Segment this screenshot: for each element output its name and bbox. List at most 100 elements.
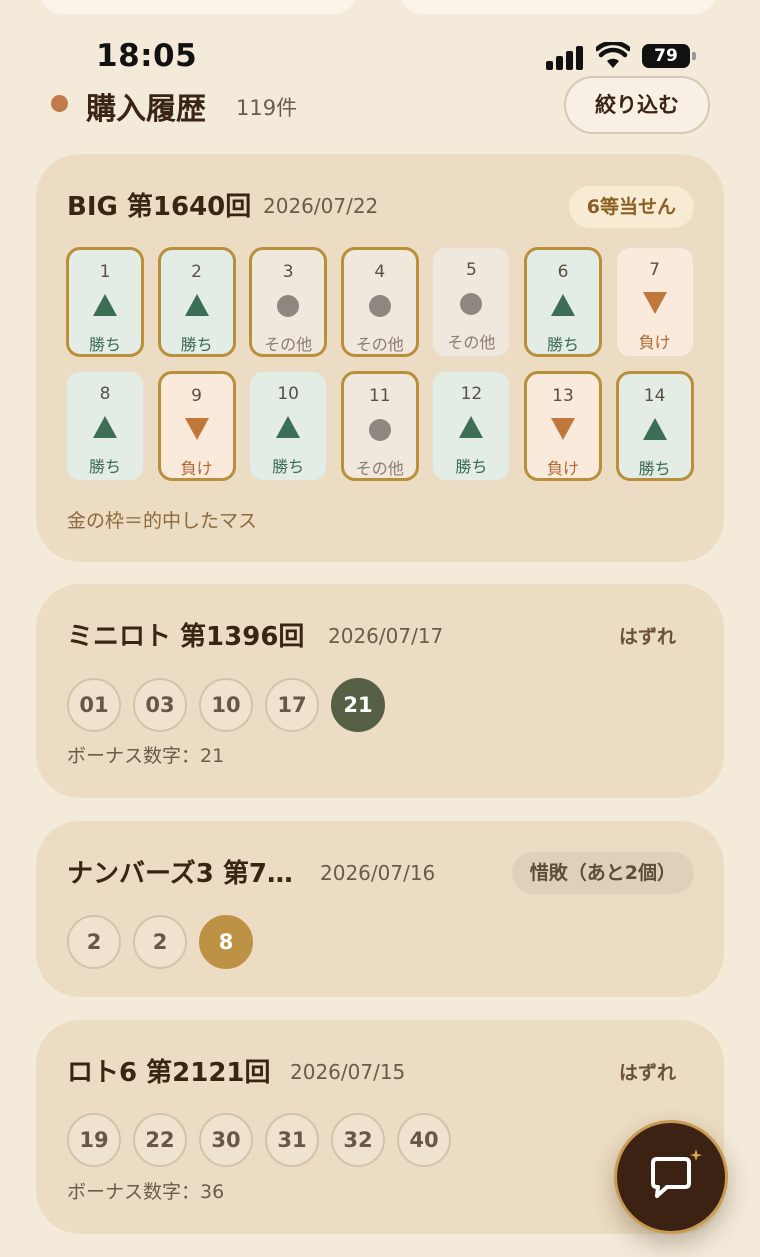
match-cell: 5 その他 [432,247,511,357]
match-outcome-label: 勝ち [638,459,671,478]
other-circle-icon [367,418,393,442]
number-ball: 30 [199,1113,253,1167]
result-badge: はずれ [618,626,676,648]
match-cell: 2 勝ち [157,247,236,357]
number-ball: 31 [265,1113,319,1167]
number-ball: 19 [67,1113,121,1167]
history-card-miniloto[interactable]: ミニロト 第1396回 2026/07/17 はずれ 01 03 10 17 2… [36,584,724,798]
match-cell: 10 勝ち [249,371,328,481]
win-triangle-icon [550,294,576,318]
match-number: 3 [282,262,294,282]
match-cell: 3 その他 [249,247,328,357]
other-circle-icon [275,294,301,318]
match-number: 8 [99,384,111,404]
match-number: 6 [557,262,569,282]
number-ball: 32 [331,1113,385,1167]
filter-button[interactable]: 絞り込む [564,76,710,134]
match-number: 4 [374,262,386,282]
match-outcome-label: その他 [264,335,313,354]
match-number: 14 [643,386,666,406]
number-ball: 01 [67,678,121,732]
match-cell: 9 負け [157,371,236,481]
number-balls: 19 22 30 31 32 40 [67,1113,451,1167]
match-cell: 1 勝ち [66,247,144,357]
match-number: 5 [465,260,477,280]
match-cell: 12 勝ち [432,371,511,481]
number-ball: 22 [133,1113,187,1167]
other-circle-icon [458,292,484,316]
card-date: 2026/07/22 [263,194,379,218]
previous-card-right [400,0,716,14]
highlighted-number-ball: 8 [199,915,253,969]
page-header: 購入履歴 119件 絞り込む [0,74,760,136]
match-cell: 4 その他 [340,247,419,357]
match-number: 9 [191,386,202,406]
number-balls: 2 2 8 [67,915,253,969]
result-badge: 6等当せん [568,186,694,228]
match-outcome-label: 勝ち [455,457,488,476]
win-triangle-icon [92,416,118,440]
match-number: 11 [368,386,391,406]
match-outcome-label: 負け [180,459,213,478]
match-outcome-label: 負け [638,333,671,352]
number-ball: 40 [397,1113,451,1167]
card-date: 2026/07/16 [320,861,436,885]
match-outcome-label: 勝ち [546,335,579,354]
match-number: 13 [552,386,574,406]
cellular-signal-icon [546,46,584,70]
grid-legend: 金の枠＝的中したマス [67,510,258,532]
ai-chat-button[interactable] [614,1120,728,1234]
history-count: 119件 [236,96,298,120]
bonus-number-text: ボーナス数字：21 [67,745,225,767]
battery-icon: 79 [642,44,696,68]
card-title: ミニロト 第1396回 [67,622,305,652]
win-triangle-icon [184,294,210,318]
match-number: 7 [649,260,660,280]
win-triangle-icon [458,416,484,440]
match-cell: 11 その他 [340,371,419,481]
number-ball: 03 [133,678,187,732]
match-cell: 6 勝ち [524,247,602,357]
match-number: 2 [191,262,202,282]
number-balls: 01 03 10 17 21 [67,678,385,732]
status-bar: 18:05 79 [0,38,760,78]
match-cell: 8 勝ち [66,371,144,481]
number-ball: 2 [67,915,121,969]
match-outcome-label: 勝ち [272,457,305,476]
lose-triangle-icon [184,418,210,442]
match-number: 1 [99,262,111,282]
match-number: 12 [460,384,483,404]
match-outcome-label: 勝ち [88,457,121,476]
win-triangle-icon [275,416,301,440]
match-outcome-label: 負け [546,459,579,478]
lose-triangle-icon [642,292,668,316]
match-outcome-label: 勝ち [88,335,121,354]
number-ball: 10 [199,678,253,732]
previous-card-left [40,0,356,14]
bonus-number-text: ボーナス数字：36 [67,1181,225,1203]
other-circle-icon [367,294,393,318]
card-title: ナンバーズ3 第7… [67,859,293,889]
number-ball: 17 [265,678,319,732]
header-dot-icon [51,95,68,112]
card-title: BIG 第1640回 [67,192,252,222]
wifi-icon [596,42,630,68]
history-card-numbers3[interactable]: ナンバーズ3 第7… 2026/07/16 惜敗（あと2個） 2 2 8 [36,821,724,997]
card-title: ロト6 第2121回 [67,1058,271,1088]
win-triangle-icon [92,294,118,318]
status-time: 18:05 [96,38,198,74]
lose-triangle-icon [550,418,576,442]
result-badge: はずれ [618,1062,676,1084]
chat-sparkle-icon [651,1149,702,1198]
match-outcome-label: 勝ち [180,335,213,354]
match-cell: 7 負け [615,247,694,357]
battery-level: 79 [642,44,690,68]
match-outcome-label: その他 [447,333,496,352]
number-ball: 2 [133,915,187,969]
match-cell: 13 負け [524,371,602,481]
win-triangle-icon [642,418,668,442]
page-title: 購入履歴 [86,92,206,127]
history-card-big[interactable]: BIG 第1640回 2026/07/22 6等当せん 1 勝ち 2 勝ち 3 その他 4 そ… [36,154,724,562]
match-number: 10 [277,384,299,404]
result-badge: 惜敗（あと2個） [511,852,694,894]
